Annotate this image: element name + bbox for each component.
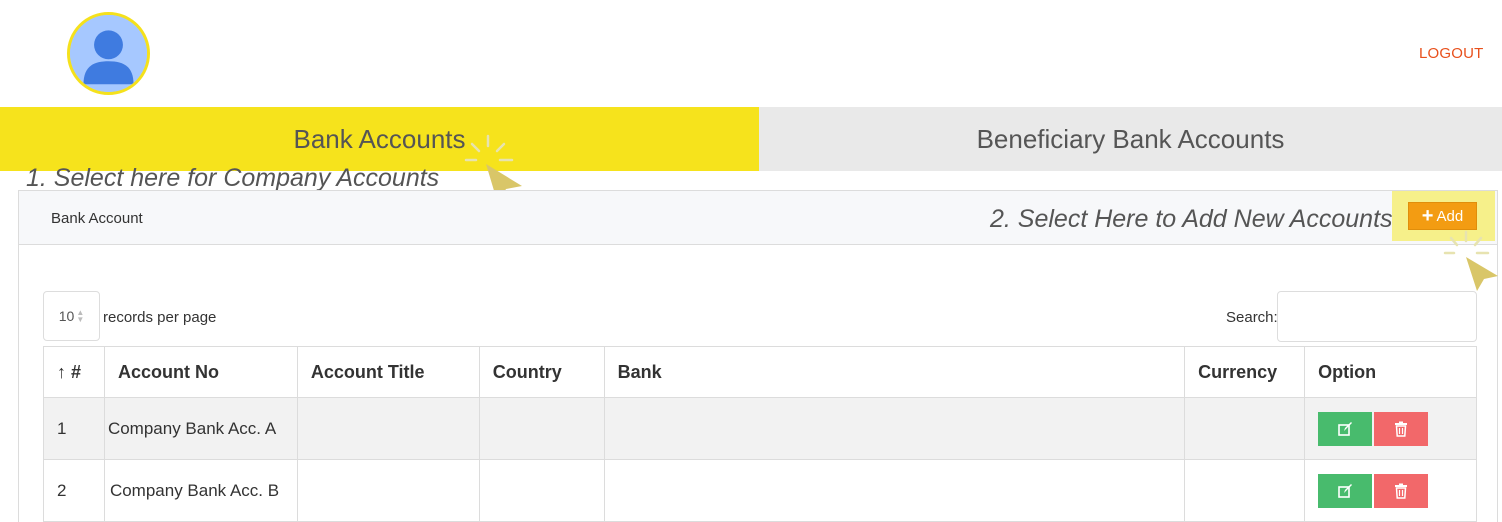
cell-currency: [1184, 459, 1306, 522]
column-header-account-no[interactable]: Account No: [103, 346, 298, 398]
panel-title: Bank Account: [51, 210, 143, 227]
table-row: 2 Company Bank Acc. B: [43, 459, 1477, 522]
cell-account-title: [296, 397, 480, 460]
page-length-value: 10: [58, 308, 75, 324]
column-header-number[interactable]: ↑ #: [43, 346, 105, 398]
trash-icon: [1395, 421, 1408, 437]
delete-button[interactable]: [1374, 473, 1429, 508]
edit-button[interactable]: [1318, 473, 1373, 508]
sort-arrows-icon: ▲ ▼: [76, 307, 85, 324]
column-header-account-title[interactable]: Account Title: [296, 346, 480, 398]
cell-account-no: Company Bank Acc. B: [103, 459, 298, 522]
cell-country: [478, 397, 605, 460]
add-button-label: Add: [1436, 207, 1464, 225]
tab-beneficiary-label: Beneficiary Bank Accounts: [976, 123, 1285, 154]
search-input[interactable]: [1277, 291, 1477, 342]
column-header-option: Option: [1304, 346, 1477, 398]
column-header-country[interactable]: Country: [478, 346, 605, 398]
cell-country: [478, 459, 605, 522]
delete-button[interactable]: [1374, 411, 1429, 446]
edit-button[interactable]: [1318, 411, 1373, 446]
hint-add-new-accounts: 2. Select Here to Add New Accounts: [990, 205, 1393, 233]
table-row: 1 Company Bank Acc. A: [43, 397, 1477, 460]
user-avatar-icon: [70, 15, 147, 92]
cell-bank: [603, 459, 1186, 522]
edit-icon: [1338, 421, 1353, 436]
bank-accounts-table: ↑ # Account No Account Title Country Ban…: [43, 346, 1477, 522]
search-label: Search:: [1226, 309, 1278, 326]
column-header-bank[interactable]: Bank: [603, 346, 1186, 398]
tab-bank-accounts-label: Bank Accounts: [293, 123, 466, 154]
table-header-row: ↑ # Account No Account Title Country Ban…: [43, 346, 1477, 398]
tab-bank-accounts[interactable]: Bank Accounts: [0, 107, 759, 171]
add-account-button[interactable]: + Add: [1408, 202, 1477, 230]
cell-options: [1304, 459, 1477, 522]
tab-beneficiary-bank-accounts[interactable]: Beneficiary Bank Accounts: [759, 107, 1502, 171]
cell-bank: [603, 397, 1186, 460]
plus-icon: +: [1421, 205, 1434, 227]
account-tabs: Bank Accounts Beneficiary Bank Accounts: [0, 107, 1502, 171]
edit-icon: [1338, 483, 1353, 498]
user-avatar[interactable]: [67, 12, 150, 95]
trash-icon: [1395, 483, 1408, 499]
hint-select-company-accounts: 1. Select here for Company Accounts: [26, 164, 440, 192]
cursor-pointer-icon: [1443, 230, 1498, 291]
column-header-currency[interactable]: Currency: [1184, 346, 1306, 398]
page-length-select[interactable]: 10 ▲ ▼: [43, 291, 100, 341]
cell-account-title: [296, 459, 480, 522]
logout-link[interactable]: LOGOUT: [1419, 45, 1484, 62]
cell-options: [1304, 397, 1477, 460]
cell-account-no: Company Bank Acc. A: [103, 397, 298, 460]
cell-currency: [1184, 397, 1306, 460]
cell-number: 2: [43, 459, 105, 522]
cell-number: 1: [43, 397, 105, 460]
page-length-label: records per page: [103, 309, 217, 326]
bank-account-panel: Bank Account + Add 10 ▲ ▼ records per pag…: [18, 190, 1498, 522]
